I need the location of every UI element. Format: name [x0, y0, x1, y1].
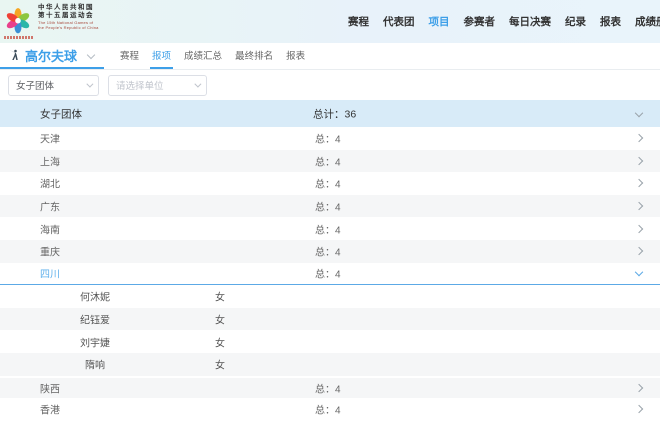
- games-logo: 中华人民共和国 第十五届运动会 The 15th National Games …: [4, 4, 99, 34]
- team-total: 总：4: [315, 131, 341, 146]
- player-row-liu-yujie[interactable]: 刘宇婕 女: [0, 330, 660, 353]
- group-header[interactable]: 女子团体 总计：36: [0, 100, 660, 127]
- logo-title-line1: 中华人民共和国: [38, 4, 99, 12]
- sport-title: 高尔夫球: [25, 46, 77, 65]
- team-total: 总：4: [315, 380, 341, 395]
- tab-entries[interactable]: 报项: [150, 43, 173, 69]
- team-name: 四川: [40, 266, 60, 281]
- team-row-chongqing[interactable]: 重庆 总：4: [0, 240, 660, 263]
- nav-item-results-book[interactable]: 成绩册: [635, 14, 660, 29]
- team-name: 重庆: [40, 244, 60, 259]
- chevron-right-icon[interactable]: [635, 157, 643, 165]
- nav-item-daily-finals[interactable]: 每日决赛: [509, 14, 551, 29]
- filter-bar: 女子团体 请选择单位: [0, 70, 660, 100]
- team-total: 总：4: [315, 244, 341, 259]
- unit-select-placeholder: 请选择单位: [116, 78, 164, 92]
- chevron-down-icon: [86, 80, 93, 87]
- team-name: 湖北: [40, 176, 60, 191]
- player-name: 刘宇婕: [40, 334, 150, 349]
- player-gender: 女: [215, 289, 225, 304]
- team-total: 总：4: [315, 153, 341, 168]
- team-total: 总：4: [315, 199, 341, 214]
- team-name: 上海: [40, 153, 60, 168]
- team-row-tianjin[interactable]: 天津 总：4: [0, 127, 660, 150]
- logo-red-stamp: [4, 36, 34, 39]
- player-gender: 女: [215, 334, 225, 349]
- chevron-right-icon[interactable]: [635, 179, 643, 187]
- group-total: 总计：36: [313, 106, 356, 121]
- player-gender: 女: [215, 312, 225, 327]
- games-emblem-icon: [4, 6, 32, 34]
- chevron-down-icon[interactable]: [87, 51, 95, 59]
- sport-subnav: 高尔夫球 赛程报项成绩汇总最终排名报表: [0, 43, 660, 70]
- nav-item-delegations[interactable]: 代表团: [383, 14, 415, 29]
- chevron-down-icon[interactable]: [635, 108, 643, 116]
- team-row-hainan[interactable]: 海南 总：4: [0, 217, 660, 240]
- nav-item-reports[interactable]: 报表: [600, 14, 621, 29]
- nav-item-sports[interactable]: 项目: [429, 14, 450, 29]
- top-nav: 赛程代表团项目参赛者每日决赛纪录报表成绩册: [348, 0, 660, 43]
- player-row-he-muni[interactable]: 何沐妮 女: [0, 285, 660, 308]
- nav-item-schedule[interactable]: 赛程: [348, 14, 369, 29]
- player-gender: 女: [215, 357, 225, 372]
- chevron-right-icon[interactable]: [635, 134, 643, 142]
- sport-selector[interactable]: 高尔夫球: [0, 43, 104, 69]
- event-select[interactable]: 女子团体: [8, 75, 99, 96]
- logo-text: 中华人民共和国 第十五届运动会 The 15th National Games …: [38, 4, 99, 31]
- team-row-sichuan[interactable]: 四川 总：4: [0, 263, 660, 286]
- team-list: 天津总：4上海总：4湖北总：4广东总：4海南总：4重庆总：4四川总：4何沐妮女纪…: [0, 127, 660, 421]
- team-name: 海南: [40, 221, 60, 236]
- chevron-right-icon[interactable]: [635, 405, 643, 413]
- sport-tabs: 赛程报项成绩汇总最终排名报表: [118, 43, 307, 69]
- player-name: 纪钰爱: [40, 312, 150, 327]
- player-name: 隋响: [40, 357, 150, 372]
- team-row-shaanxi[interactable]: 陕西 总：4: [0, 376, 660, 399]
- team-row-hongkong[interactable]: 香港 总：4: [0, 398, 660, 421]
- team-total: 总：4: [315, 266, 341, 281]
- nav-item-athletes[interactable]: 参赛者: [464, 14, 496, 29]
- chevron-right-icon[interactable]: [635, 247, 643, 255]
- tab-score-summary[interactable]: 成绩汇总: [182, 43, 224, 69]
- logo-title-line2: 第十五届运动会: [38, 12, 99, 20]
- team-name: 天津: [40, 131, 60, 146]
- group-title: 女子团体: [40, 106, 82, 121]
- team-total: 总：4: [315, 176, 341, 191]
- top-header: 中华人民共和国 第十五届运动会 The 15th National Games …: [0, 0, 660, 43]
- player-row-sui-xiang[interactable]: 隋响 女: [0, 353, 660, 376]
- tab-schedule[interactable]: 赛程: [118, 43, 141, 69]
- player-row-ji-yuai[interactable]: 纪钰爱 女: [0, 308, 660, 331]
- player-name: 何沐妮: [40, 289, 150, 304]
- chevron-right-icon[interactable]: [635, 202, 643, 210]
- event-select-value: 女子团体: [16, 78, 54, 92]
- chevron-right-icon[interactable]: [635, 384, 643, 392]
- team-total: 总：4: [315, 221, 341, 236]
- chevron-right-icon[interactable]: [635, 224, 643, 232]
- nav-item-records[interactable]: 纪录: [565, 14, 586, 29]
- tab-reports[interactable]: 报表: [284, 43, 307, 69]
- team-name: 陕西: [40, 380, 60, 395]
- logo-subtitle-line2: the People's Republic of China: [38, 25, 99, 30]
- tab-final-ranking[interactable]: 最终排名: [233, 43, 275, 69]
- team-name: 广东: [40, 199, 60, 214]
- team-row-guangdong[interactable]: 广东 总：4: [0, 195, 660, 218]
- team-name: 香港: [40, 402, 60, 417]
- unit-select[interactable]: 请选择单位: [108, 75, 207, 96]
- team-row-hubei[interactable]: 湖北 总：4: [0, 172, 660, 195]
- chevron-down-icon[interactable]: [635, 268, 643, 276]
- team-total: 总：4: [315, 402, 341, 417]
- golfer-icon: [8, 49, 20, 61]
- chevron-down-icon: [194, 80, 201, 87]
- team-row-shanghai[interactable]: 上海 总：4: [0, 150, 660, 173]
